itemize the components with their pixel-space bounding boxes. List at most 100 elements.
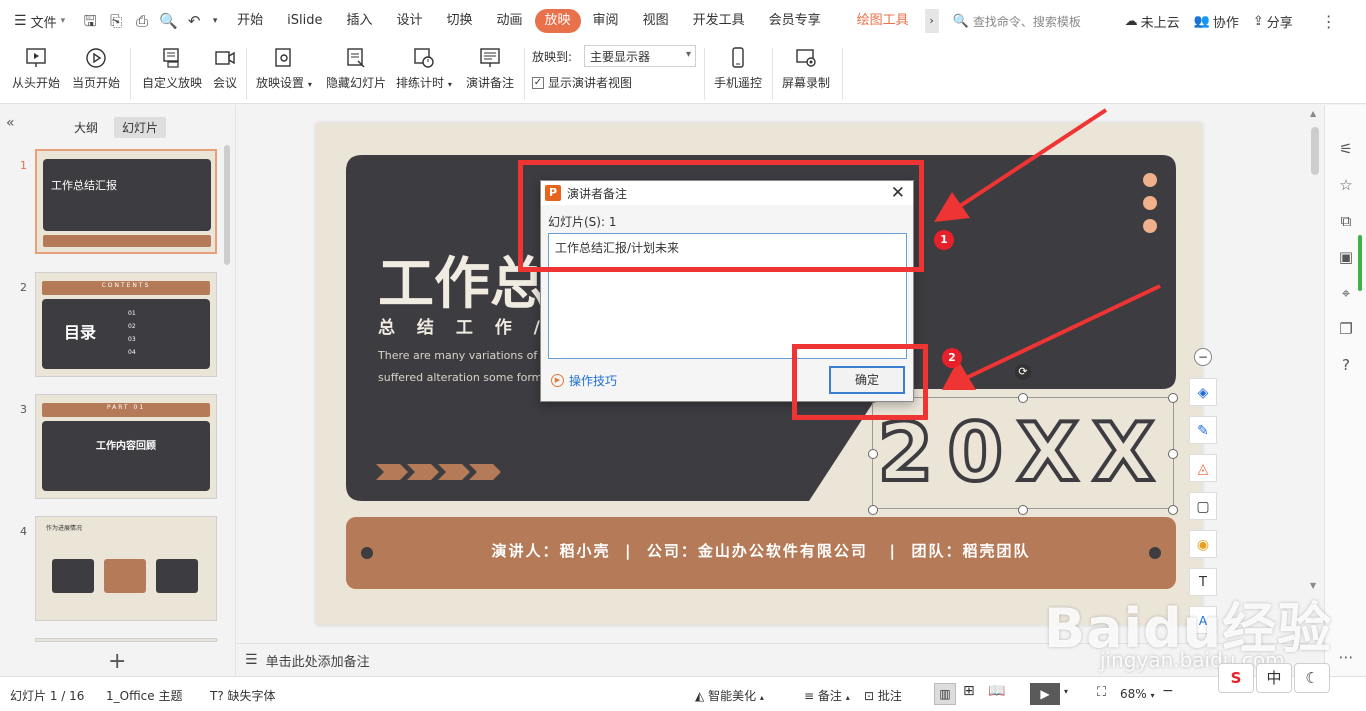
from-start-button[interactable]: 从头开始	[12, 46, 60, 91]
outline-icon[interactable]: ▢	[1189, 492, 1217, 520]
resize-handle[interactable]	[1168, 393, 1178, 403]
slide-thumbnail-1[interactable]: 工作总结汇报 20XX	[35, 149, 217, 254]
tab-transitions[interactable]: 切换	[435, 9, 485, 33]
slideshow-dropdown-icon[interactable]: ▾	[1064, 687, 1068, 696]
tab-design[interactable]: 设计	[384, 9, 434, 33]
slide-number: 3	[20, 403, 27, 416]
tab-home[interactable]: 开始	[225, 9, 275, 33]
ime-mode-button[interactable]: 中	[1256, 663, 1292, 693]
rotate-handle-icon[interactable]: ⟳	[1015, 364, 1031, 380]
brush-icon[interactable]: ✎	[1189, 416, 1217, 444]
print-icon[interactable]: ⎙	[133, 12, 151, 30]
phone-icon	[725, 46, 751, 70]
resize-handle[interactable]	[1168, 449, 1178, 459]
slide-subtitle[interactable]: 总 结 工 作 /	[378, 313, 548, 338]
hide-slide-button[interactable]: 隐藏幻灯片	[326, 46, 386, 91]
scrollbar-thumb[interactable]	[1311, 127, 1319, 175]
save-icon[interactable]: 🖫	[81, 12, 99, 30]
slide-thumbnail-4[interactable]: 作为进展情况	[35, 516, 217, 621]
resize-handle[interactable]	[1018, 505, 1028, 515]
slide-thumbnail-5[interactable]	[35, 638, 217, 642]
moon-icon[interactable]: ☾	[1294, 663, 1330, 693]
command-search[interactable]: 🔍 查找命令、搜索模板	[953, 13, 1113, 30]
undo-icon[interactable]: ↶	[185, 12, 203, 30]
collapse-panel-icon[interactable]: «	[6, 115, 15, 131]
tab-slideshow[interactable]: 放映	[534, 9, 581, 33]
cloud-status-button[interactable]: ☁ 未上云	[1125, 12, 1180, 31]
presenter-view-checkbox[interactable]: ✓ 显示演讲者视图	[532, 74, 632, 91]
export-pdf-icon[interactable]: ⎘	[107, 12, 125, 30]
resize-handle[interactable]	[868, 449, 878, 459]
share-button[interactable]: ⇪ 分享	[1253, 12, 1293, 31]
sorter-view-icon[interactable]: ⊞	[963, 683, 975, 699]
tab-drawing-tools[interactable]: 绘图工具	[845, 9, 921, 33]
notes-toggle-button[interactable]: ≡ 备注 ▴	[804, 687, 850, 704]
from-current-button[interactable]: 当页开始	[72, 46, 120, 91]
undo-dropdown-icon[interactable]: ▾	[211, 12, 219, 30]
more-options-icon[interactable]: ⋮	[1321, 12, 1337, 31]
tab-review[interactable]: 审阅	[581, 9, 631, 33]
thumb-header: CONTENTS	[101, 282, 151, 289]
sogou-logo-icon[interactable]: S	[1218, 663, 1254, 693]
play-slideshow-icon[interactable]: ▶	[1030, 683, 1060, 705]
tab-islide[interactable]: iSlide	[275, 9, 334, 33]
ribbon-divider	[246, 48, 247, 100]
image-icon[interactable]: ▣	[1336, 247, 1356, 267]
tab-slides[interactable]: 幻灯片	[114, 117, 167, 138]
tips-link[interactable]: ▶ 操作技巧	[551, 372, 617, 389]
help-icon[interactable]: ?	[1336, 355, 1356, 375]
phone-remote-button[interactable]: 手机遥控	[714, 46, 762, 91]
book-icon[interactable]: ❐	[1336, 319, 1356, 339]
slide-footer-text[interactable]: 演讲人：稻小壳 | 公司：金山办公软件有限公司 | 团队：稻壳团队	[346, 540, 1176, 561]
display-select[interactable]: 主要显示器	[584, 45, 696, 67]
zoom-out-icon[interactable]: −	[1162, 683, 1174, 699]
collaborate-button[interactable]: 👥 协作	[1194, 12, 1239, 31]
missing-font-button[interactable]: T? 缺失字体	[210, 687, 276, 704]
missing-font-icon: T?	[210, 689, 224, 703]
fill-bucket-icon[interactable]: ◬	[1189, 454, 1217, 482]
collapse-toolbar-icon[interactable]: −	[1194, 348, 1212, 366]
tab-outline[interactable]: 大纲	[66, 117, 106, 138]
speaker-notes-button[interactable]: 演讲备注	[466, 46, 514, 91]
thumb-header: PART 01	[106, 404, 146, 411]
layers-icon[interactable]: ◈	[1189, 378, 1217, 406]
more-icon[interactable]: ⋯	[1336, 647, 1356, 667]
location-icon[interactable]: ⌖	[1336, 283, 1356, 303]
slide-thumbnail-2[interactable]: CONTENTS 目录 01 02 03 04	[35, 272, 217, 377]
normal-view-icon[interactable]: ▥	[934, 683, 956, 705]
copy-icon[interactable]: ⧉	[1336, 211, 1356, 231]
resize-handle[interactable]	[868, 505, 878, 515]
file-menu[interactable]: ☰ 文件 ▾	[0, 0, 75, 42]
animation-star-icon[interactable]: ☆	[1336, 175, 1356, 195]
screen-record-label: 屏幕录制	[782, 76, 831, 90]
tips-label: 操作技巧	[569, 374, 618, 388]
add-slide-icon[interactable]: +	[108, 649, 126, 674]
resize-handle[interactable]	[1168, 505, 1178, 515]
slide-thumbnail-3[interactable]: PART 01 工作内容回顾	[35, 394, 217, 499]
properties-icon[interactable]: ⚟	[1336, 139, 1356, 159]
screen-record-button[interactable]: 屏幕录制	[782, 46, 830, 91]
print-preview-icon[interactable]: 🔍	[159, 12, 178, 30]
tab-member[interactable]: 会员专享	[757, 9, 833, 33]
scroll-up-icon[interactable]: ▲	[1310, 109, 1316, 118]
tab-developer[interactable]: 开发工具	[681, 9, 757, 33]
zoom-level[interactable]: 68% ▾	[1120, 687, 1155, 701]
custom-show-button[interactable]: 自定义放映	[142, 46, 202, 91]
checkbox-checked-icon: ✓	[532, 76, 544, 89]
meeting-button[interactable]: 会议	[212, 46, 238, 91]
tab-insert[interactable]: 插入	[334, 9, 384, 33]
lightbulb-icon[interactable]: ◉	[1189, 530, 1217, 558]
show-settings-button[interactable]: 放映设置 ▾	[256, 46, 312, 91]
tab-animations[interactable]: 动画	[485, 9, 535, 33]
fit-window-icon[interactable]: ⛶	[1097, 685, 1106, 700]
panel-scrollbar[interactable]	[224, 145, 230, 265]
comments-button[interactable]: ⊡ 批注	[864, 687, 902, 704]
smart-beautify-button[interactable]: ◭ 智能美化 ▴	[695, 687, 764, 704]
theme-name[interactable]: 1_Office 主题	[106, 687, 182, 704]
more-tabs-button[interactable]: ›	[924, 9, 939, 33]
rehearse-timing-button[interactable]: 排练计时 ▾	[396, 46, 452, 91]
canvas-scrollbar[interactable]: ▲ ▼ ⏶ ⏷	[1307, 105, 1323, 643]
resize-handle[interactable]	[1018, 393, 1028, 403]
reading-view-icon[interactable]: 📖	[988, 683, 1005, 699]
tab-view[interactable]: 视图	[631, 9, 681, 33]
